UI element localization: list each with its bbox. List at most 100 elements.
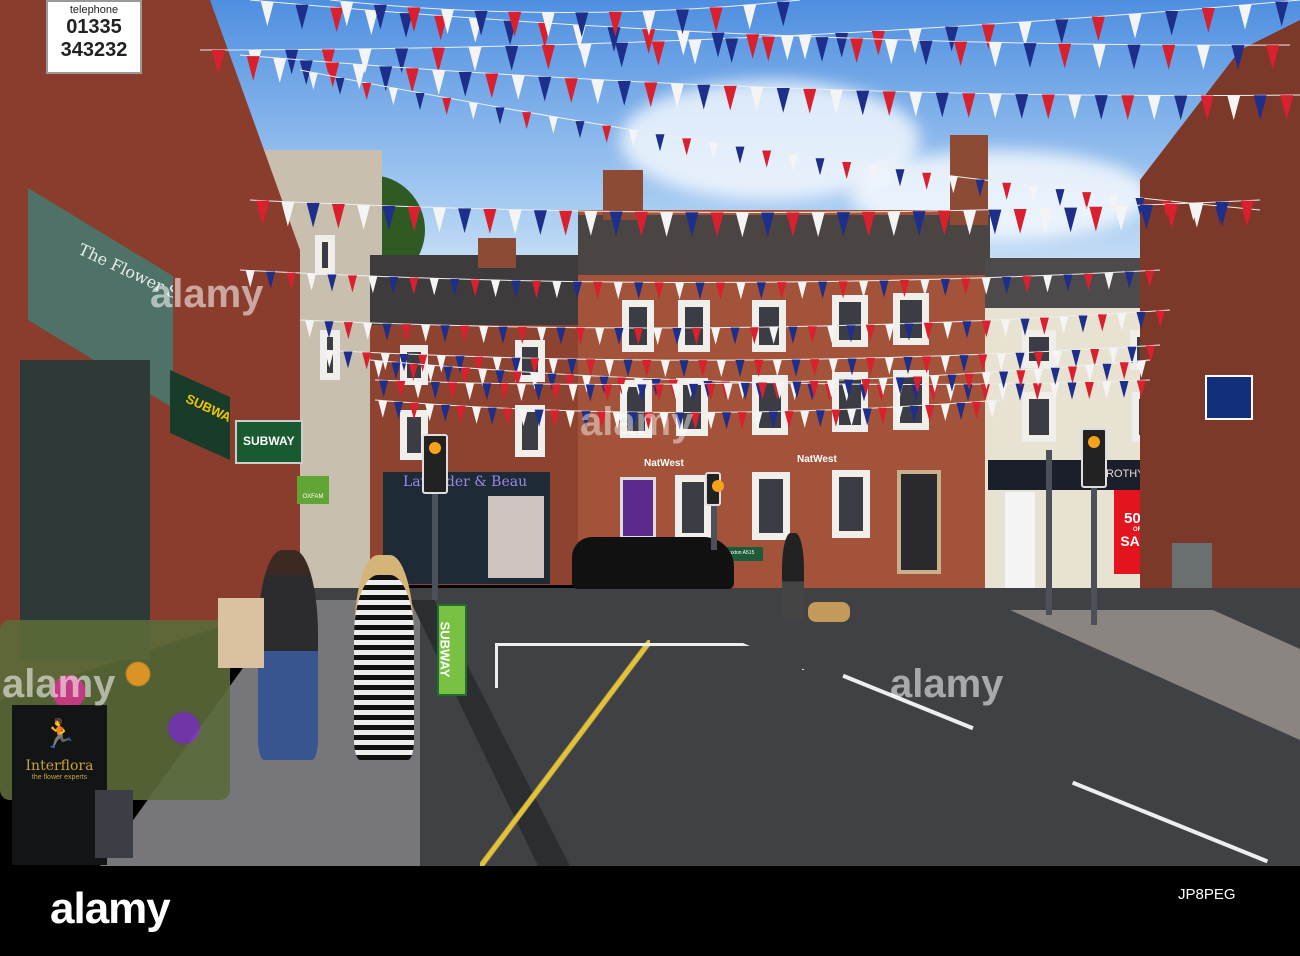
bunting-flag (988, 42, 1002, 68)
bunting-flag (330, 7, 344, 33)
bunting-flag (1136, 360, 1146, 378)
bunting-flag (691, 327, 701, 345)
bunting-flag (695, 282, 705, 300)
bunting-flag (538, 76, 552, 102)
bunting-flag (1039, 317, 1049, 335)
bunting-flag (746, 34, 760, 59)
bunting-flag (797, 281, 807, 299)
bunting-flag (1215, 201, 1229, 227)
bunting-flag (798, 34, 812, 60)
bunting-flag (1147, 95, 1161, 121)
bunting-flag (850, 38, 864, 64)
bunting-flag (584, 211, 598, 236)
bunting-flag (1078, 315, 1088, 333)
bunting-flag (425, 403, 435, 422)
bunting-flag (754, 359, 764, 377)
bunting-flag (1034, 351, 1044, 370)
bunting-flag (788, 326, 798, 344)
bunting-flag (981, 320, 991, 338)
bunting-flag (761, 212, 775, 238)
bunting-flag (672, 327, 682, 346)
bunting-flag (1064, 207, 1078, 233)
bunting-flag (761, 36, 775, 62)
bunting-flag (1114, 205, 1128, 231)
bunting-flag (575, 121, 585, 139)
bunting-flag (654, 282, 664, 300)
bunting-flag (498, 326, 508, 344)
bunting-flag (865, 324, 875, 342)
bunting-flag (634, 282, 644, 300)
bunting-flag (324, 350, 334, 368)
bunting-flag (1084, 382, 1094, 400)
bunting-flag (828, 358, 838, 376)
bunting-flag (362, 82, 372, 101)
bunting-flag (266, 271, 276, 289)
bunting-flag (575, 327, 585, 345)
bunting-flag (827, 325, 837, 343)
bunting-string (299, 309, 1171, 329)
bunting-flag (1015, 94, 1029, 119)
bunting-flag (1094, 95, 1108, 120)
bunting-flag (831, 409, 841, 427)
bunting-flag (1002, 182, 1012, 200)
bunting-flag (470, 279, 480, 297)
bunting-flag (972, 401, 982, 419)
bunting-flag (948, 176, 958, 194)
bunting-flag (920, 279, 930, 297)
bunting-flag (1155, 310, 1165, 328)
bunting-flag (842, 161, 852, 180)
bunting-flag (722, 412, 732, 430)
bunting-flag (1083, 273, 1093, 291)
bunting-flag (1124, 271, 1134, 289)
bunting-string (374, 359, 1151, 385)
bunting-flag (922, 356, 932, 374)
bunting-flag (308, 72, 318, 90)
bunting-flag (429, 278, 439, 296)
bunting-flag (688, 39, 702, 65)
bunting-flag (409, 277, 419, 295)
bunting-flag (468, 102, 478, 120)
bunting-flag (505, 45, 519, 71)
bunting-flag (1097, 314, 1107, 332)
bunting-flag (829, 89, 843, 115)
bunting-flag (409, 402, 419, 421)
bunting-flag (698, 360, 708, 378)
bunting-flag (962, 93, 976, 118)
bunting-flag (472, 406, 482, 424)
bunting-flag (388, 276, 398, 295)
bunting-flag (633, 327, 643, 346)
bunting-flag (730, 327, 740, 345)
bunting-flag (393, 401, 403, 419)
bunting-flag (856, 90, 870, 116)
bunting-flag (1196, 45, 1210, 70)
bunting-flag (919, 40, 933, 66)
bunting-flag (1068, 366, 1077, 384)
bunting-flag (943, 322, 953, 340)
bunting-flag (940, 278, 950, 297)
bunting-flag (923, 322, 933, 340)
bunting-flag (893, 406, 903, 424)
bunting-flag (1092, 44, 1106, 69)
bunting-flag (1052, 350, 1062, 369)
bunting-flag (835, 32, 849, 58)
bunting-flag (1002, 276, 1012, 295)
bunting-flag (479, 326, 489, 344)
bunting-flag (961, 278, 971, 296)
bunting-flag (382, 205, 396, 231)
bunting-flag (772, 359, 782, 377)
bunting-flag (803, 88, 817, 114)
bunting-flag (396, 380, 406, 399)
bunting-flag (609, 211, 623, 237)
bunting-flag (777, 282, 787, 300)
bunting-flag (753, 411, 763, 429)
bunting-flag (723, 85, 737, 111)
bunting-flag (368, 276, 378, 294)
bunting-flag (1058, 43, 1072, 69)
bunting-flag (1162, 44, 1176, 70)
bunting-flag (565, 410, 575, 428)
bunting-flag (1041, 94, 1055, 120)
bunting-flag (682, 138, 692, 156)
bunting-flag (534, 409, 544, 427)
bunting-flag (1121, 95, 1135, 121)
bunting-string (249, 199, 1261, 213)
